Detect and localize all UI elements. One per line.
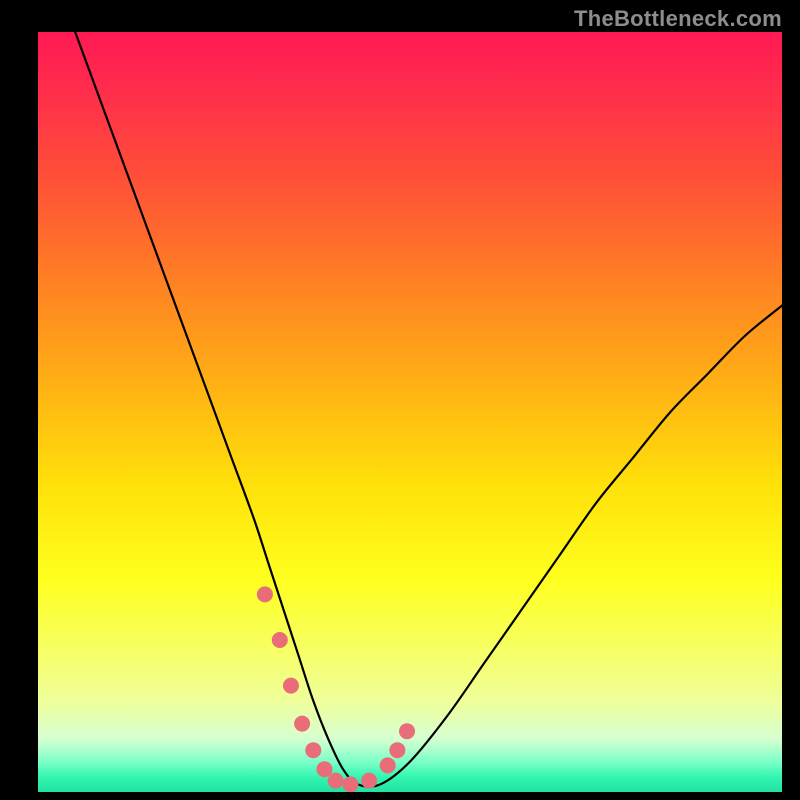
bottleneck-curve <box>75 32 782 787</box>
highlight-dot <box>294 716 310 732</box>
highlight-dot <box>389 742 405 758</box>
highlight-dot <box>380 757 396 773</box>
highlight-dot <box>328 773 344 789</box>
highlight-dot <box>283 678 299 694</box>
curve-layer <box>38 32 782 792</box>
highlight-dot <box>272 632 288 648</box>
highlight-dot <box>316 761 332 777</box>
plot-area <box>38 32 782 792</box>
marker-group <box>257 586 415 792</box>
highlight-dot <box>305 742 321 758</box>
highlight-dot <box>399 723 415 739</box>
highlight-dot <box>342 776 358 792</box>
highlight-dot <box>361 773 377 789</box>
highlight-dot <box>257 586 273 602</box>
chart-root: { "watermark": { "text": "TheBottleneck.… <box>0 0 800 800</box>
watermark-text: TheBottleneck.com <box>574 6 782 32</box>
